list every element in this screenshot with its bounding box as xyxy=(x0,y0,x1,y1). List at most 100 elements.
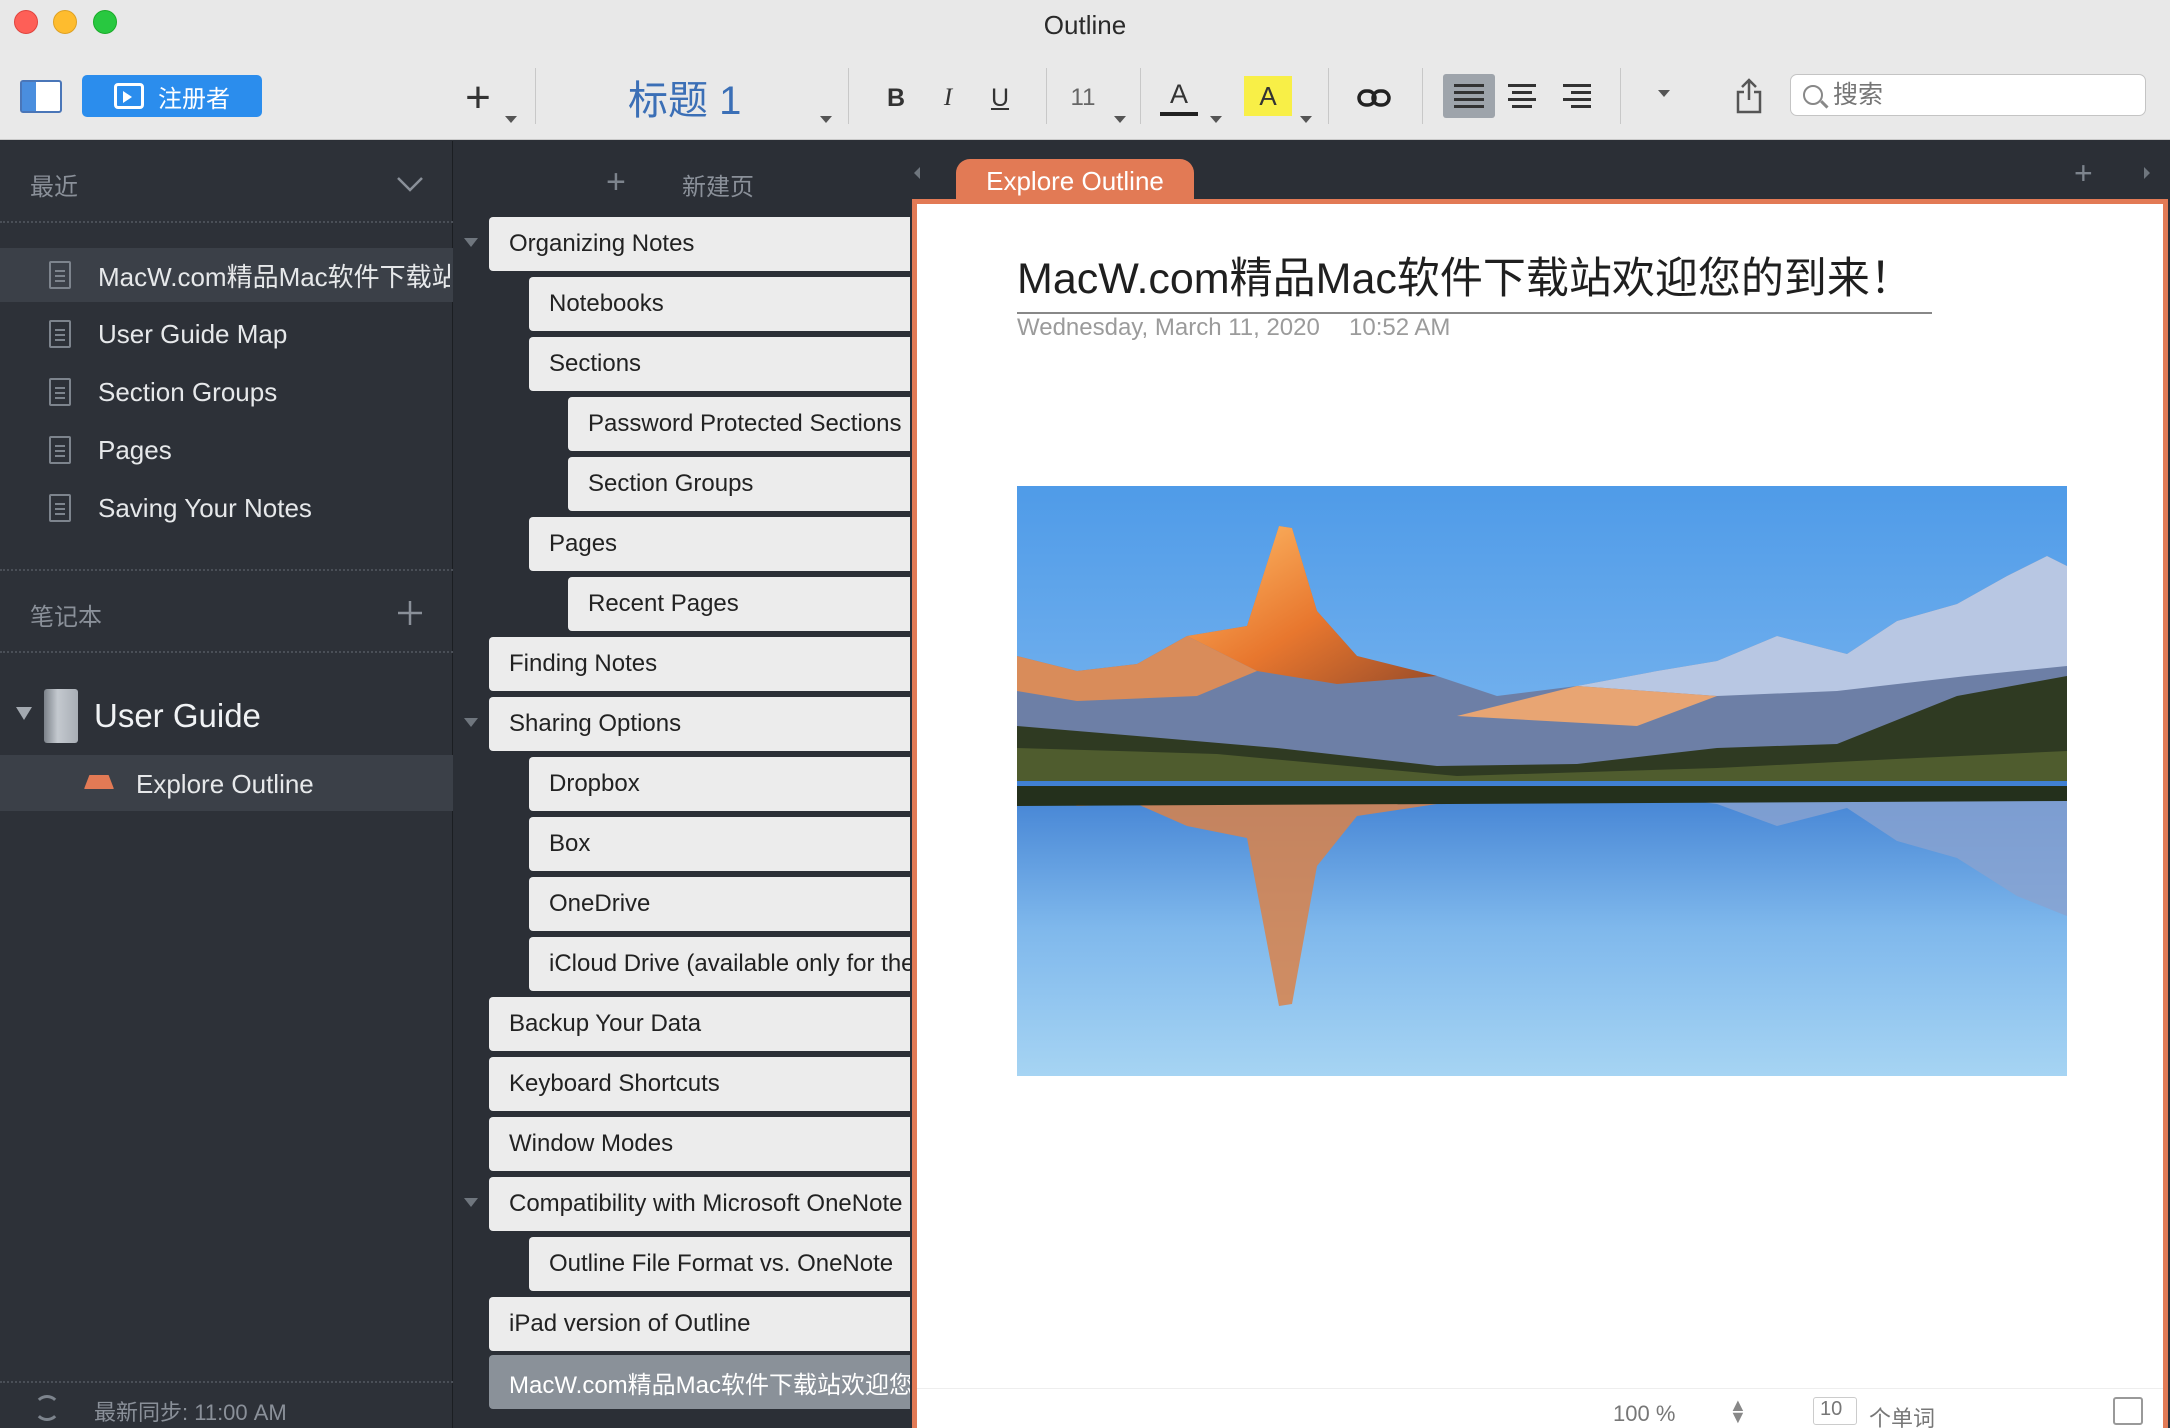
add-dropdown-chevron-icon[interactable] xyxy=(505,116,517,123)
align-center-icon[interactable] xyxy=(1496,74,1548,118)
collapse-triangle-icon[interactable] xyxy=(464,238,478,247)
recent-item-label: Pages xyxy=(98,434,172,465)
recent-item[interactable]: User Guide Map xyxy=(0,307,453,361)
fullscreen-icon[interactable] xyxy=(2113,1397,2143,1425)
window-title: Outline xyxy=(1043,9,1127,40)
toolbar-divider xyxy=(1422,68,1423,124)
font-color-chevron-icon[interactable] xyxy=(1210,116,1222,123)
more-options-chevron-icon[interactable] xyxy=(1658,90,1670,97)
document-icon xyxy=(49,436,71,464)
sidebar-divider xyxy=(0,651,453,653)
page-item[interactable]: Backup Your Data xyxy=(489,997,910,1051)
zoom-stepper-icon[interactable]: ▲ ▼ xyxy=(1729,1396,1747,1426)
page-item-selected[interactable]: MacW.com精品Mac软件下载站欢迎您的到来！ xyxy=(489,1355,910,1409)
notebook-icon xyxy=(44,689,78,743)
collapse-triangle-icon[interactable] xyxy=(464,718,478,727)
page-item[interactable]: Keyboard Shortcuts xyxy=(489,1057,910,1111)
sign-in-icon xyxy=(114,83,144,109)
add-section-icon[interactable]: + xyxy=(2074,155,2093,192)
scroll-left-icon[interactable] xyxy=(910,165,924,181)
sidebar-toggle-icon[interactable] xyxy=(20,80,62,113)
page-item[interactable]: Compatibility with Microsoft OneNote xyxy=(489,1177,910,1231)
editor-area: Explore Outline + MacW.com精品Mac软件下载站欢迎您的… xyxy=(910,141,2170,1428)
new-page-button[interactable]: + 新建页 xyxy=(454,141,910,221)
mountain-lake-image[interactable] xyxy=(1017,486,2067,1076)
search-input[interactable] xyxy=(1833,80,2123,110)
recent-item[interactable]: MacW.com精品Mac软件下载站欢迎您的到来！ xyxy=(0,248,453,302)
document-icon xyxy=(49,261,71,289)
page-item[interactable]: Recent Pages xyxy=(568,577,910,631)
page-item[interactable]: Sharing Options xyxy=(489,697,910,751)
collapse-triangle-icon[interactable] xyxy=(464,1198,478,1207)
page-title[interactable]: MacW.com精品Mac软件下载站欢迎您的到来！ xyxy=(1017,244,1932,314)
notebook-item-user-guide[interactable]: User Guide xyxy=(0,677,453,751)
page-item[interactable]: iPad version of Outline xyxy=(489,1297,910,1351)
section-tab-icon xyxy=(84,775,114,789)
disclosure-triangle-icon[interactable] xyxy=(16,707,32,720)
page-item[interactable]: Section Groups xyxy=(568,457,910,511)
page-item[interactable]: Outline File Format vs. OneNote xyxy=(529,1237,910,1291)
toolbar-divider xyxy=(1328,68,1329,124)
font-color-button[interactable]: A xyxy=(1160,76,1198,116)
recent-item[interactable]: Saving Your Notes xyxy=(0,481,453,535)
underline-button[interactable]: U xyxy=(980,78,1020,118)
page-item[interactable]: Sections xyxy=(529,337,910,391)
highlight-chevron-icon[interactable] xyxy=(1300,116,1312,123)
recent-item[interactable]: Pages xyxy=(0,423,453,477)
page-item[interactable]: Notebooks xyxy=(529,277,910,331)
page-item[interactable]: Finding Notes xyxy=(489,637,910,691)
toolbar-divider xyxy=(1046,68,1047,124)
recent-item-label: Saving Your Notes xyxy=(98,492,312,523)
add-notebook-icon[interactable] xyxy=(396,599,424,627)
sidebar-divider xyxy=(0,569,453,571)
register-button[interactable]: 注册者 xyxy=(82,75,262,117)
add-icon[interactable]: + xyxy=(458,73,498,122)
italic-button[interactable]: I xyxy=(928,78,968,118)
recent-item[interactable]: Section Groups xyxy=(0,365,453,419)
font-size-chevron-icon[interactable] xyxy=(1114,116,1126,123)
notebooks-header: 笔记本 xyxy=(30,604,102,631)
page-item[interactable]: Pages xyxy=(529,517,910,571)
search-field[interactable] xyxy=(1790,74,2146,116)
page-item[interactable]: OneDrive xyxy=(529,877,910,931)
page-list: + 新建页 Organizing Notes Notebooks Section… xyxy=(454,141,910,1428)
recent-collapse-chevron-icon[interactable] xyxy=(396,175,424,193)
page-item[interactable]: Box xyxy=(529,817,910,871)
page-item[interactable]: Window Modes xyxy=(489,1117,910,1171)
page-item[interactable]: iCloud Drive (available only for the Mac… xyxy=(529,937,910,991)
toolbar-divider xyxy=(848,68,849,124)
document-icon xyxy=(49,320,71,348)
align-right-icon[interactable] xyxy=(1548,74,1600,118)
zoom-level: 100 % xyxy=(1613,1401,1676,1426)
document-icon xyxy=(49,494,71,522)
link-icon[interactable] xyxy=(1354,78,1394,118)
style-dropdown-chevron-icon[interactable] xyxy=(820,116,832,123)
align-left-icon[interactable] xyxy=(1443,74,1495,118)
page-item[interactable]: Organizing Notes xyxy=(489,217,910,271)
bold-button[interactable]: B xyxy=(876,78,916,118)
word-count-field[interactable]: 10 xyxy=(1813,1397,1857,1425)
share-icon[interactable] xyxy=(1732,74,1766,118)
note-page-canvas[interactable]: MacW.com精品Mac软件下载站欢迎您的到来！ Wednesday, Mar… xyxy=(912,199,2168,1428)
minimize-window-button[interactable] xyxy=(53,10,77,34)
sync-icon[interactable] xyxy=(34,1395,60,1421)
register-button-label: 注册者 xyxy=(158,85,230,113)
section-item-explore-outline[interactable]: Explore Outline xyxy=(0,755,453,811)
maximize-window-button[interactable] xyxy=(93,10,117,34)
outline-app-window: Outline 注册者 + 标题 1 B I U 11 A A 搜索 最近 Ma… xyxy=(0,0,2170,1428)
highlight-color-button[interactable]: A xyxy=(1244,76,1292,116)
page-item[interactable]: Dropbox xyxy=(529,757,910,811)
editor-status-bar: 100 % ▲ ▼ 10 个单词 xyxy=(917,1388,2163,1428)
paragraph-style-select[interactable]: 标题 1 xyxy=(590,70,850,124)
close-window-button[interactable] xyxy=(14,10,38,34)
new-page-label: 新建页 xyxy=(682,174,754,201)
scroll-right-icon[interactable] xyxy=(2140,165,2154,181)
notebook-label: User Guide xyxy=(94,697,261,734)
tab-explore-outline[interactable]: Explore Outline xyxy=(956,159,1194,203)
font-size-select[interactable]: 11 xyxy=(1060,78,1106,118)
page-item[interactable]: Password Protected Sections xyxy=(568,397,910,451)
word-count-label: 个单词 xyxy=(1869,1406,1936,1428)
toolbar: 注册者 + 标题 1 B I U 11 A A xyxy=(0,50,2170,140)
recent-header: 最近 xyxy=(30,174,78,201)
recent-item-label: MacW.com精品Mac软件下载站欢迎您的到来！ xyxy=(98,261,450,292)
